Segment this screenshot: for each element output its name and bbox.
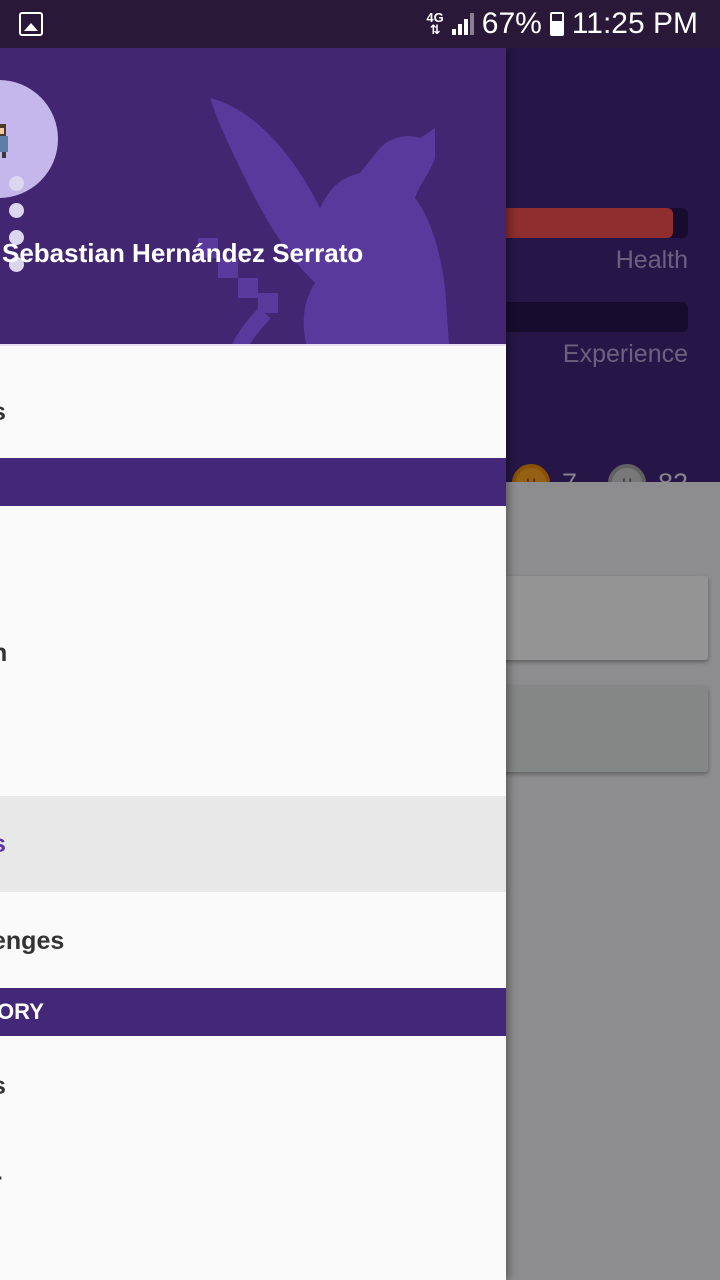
data-arrows-icon: ⇅ [429,22,441,37]
drawer-item-label: s [0,1072,6,1101]
section-label: TORY [0,999,44,1024]
navigation-drawer: Sebastian Hernández Serrato s L n s enge… [0,48,506,1280]
drawer-item-challenges[interactable]: enges [0,893,506,989]
signal-icon [451,13,474,35]
drawer-item-inventory[interactable]: s [0,1038,506,1134]
drawer-item-guilds[interactable]: s [0,796,506,892]
drawer-header: Sebastian Hernández Serrato [0,48,506,344]
clock: 11:25 PM [571,7,698,40]
status-bar: 4G ⇅ 67% 11:25 PM [0,0,720,48]
drawer-item-label: n [0,639,7,668]
section-header-inventory: TORY [0,988,506,1036]
status-bar-right: 4G ⇅ 67% 11:25 PM [426,6,698,42]
drawer-item-label: r [0,1168,2,1197]
user-name: Sebastian Hernández Serrato [2,238,364,268]
network-indicator: 4G ⇅ [426,11,443,37]
drawer-item-label: s [0,830,6,859]
drawer-item-party[interactable] [0,700,506,796]
drawer-item-label: s [0,398,6,427]
drawer-item-inventory[interactable]: r [0,1134,506,1230]
dot [9,176,24,191]
battery-charging-icon [549,12,564,36]
drawer-item-stats[interactable]: s [0,364,506,460]
gallery-notification-icon [19,12,43,36]
drawer-item-label: enges [0,926,65,955]
battery-percent: 67% [481,7,542,40]
drawer-item-season[interactable]: n [0,605,506,701]
drawer-item-tasks[interactable] [0,506,506,602]
drawer-item-inventory[interactable]: ment [0,1230,506,1280]
avatar-sprite-icon [0,124,8,158]
dot [9,203,24,218]
griffin-logo-icon [198,98,449,344]
section-header-social: L [0,458,506,506]
divider [0,344,506,346]
